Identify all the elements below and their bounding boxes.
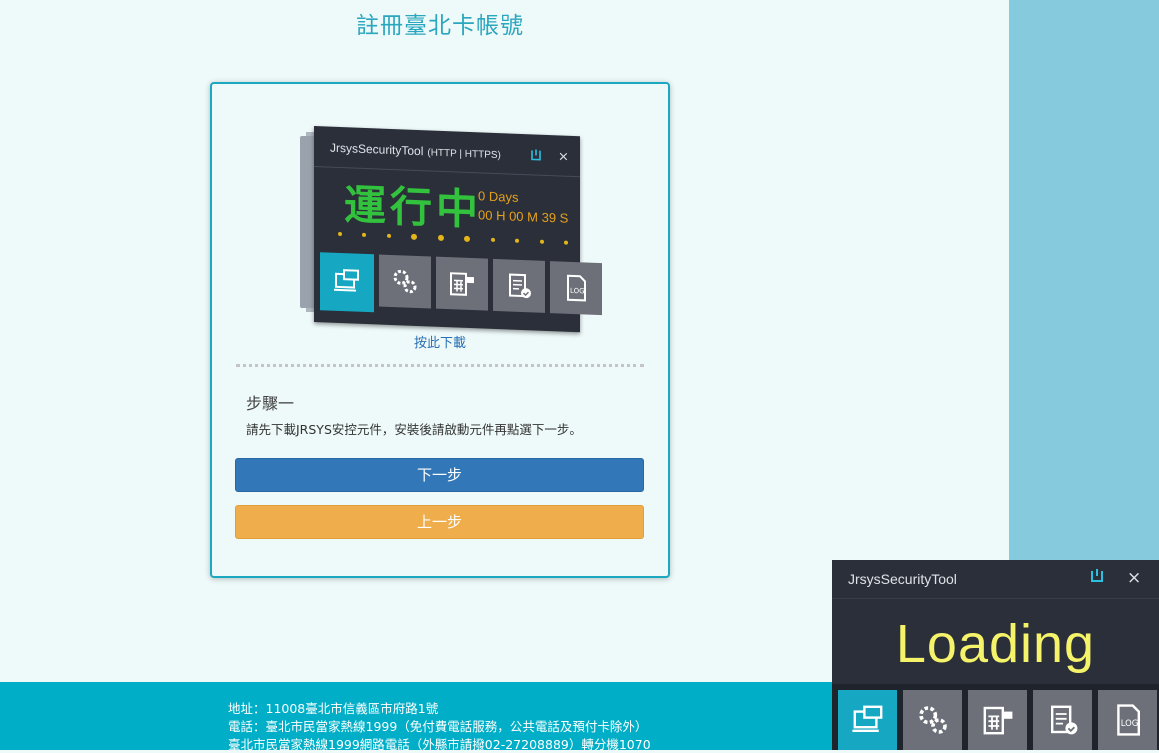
- page-title: 註冊臺北卡帳號: [356, 13, 524, 39]
- uptime-days: 0 Days: [478, 188, 519, 205]
- footer-address: 地址：11008臺北市信義區市府路1號: [228, 701, 439, 716]
- checklist-icon: [493, 258, 545, 313]
- illustration-panel: JrsysSecurityTool (HTTP | HTTPS) × 運行中 0 …: [314, 126, 602, 333]
- step-description: 請先下載JRSYS安控元件，安裝後請啟動元件再點選下一步。: [246, 422, 582, 437]
- running-status: 運行中: [344, 180, 483, 235]
- registration-card: JrsysSecurityTool (HTTP | HTTPS) × 運行中 0 …: [210, 82, 670, 578]
- gears-icon: [379, 254, 431, 309]
- monitor-chat-icon[interactable]: [838, 690, 897, 750]
- illustration-title: JrsysSecurityTool (HTTP | HTTPS): [330, 140, 501, 162]
- loading-status: Loading: [895, 614, 1096, 674]
- log-file-icon: LOG: [550, 261, 602, 316]
- divider: [832, 598, 1159, 599]
- step-title: 步驟一: [246, 394, 295, 413]
- calculator-card-icon: [436, 256, 488, 311]
- illustration-icon-row: LOG: [320, 252, 602, 321]
- previous-step-button[interactable]: 上一步: [235, 505, 644, 539]
- calculator-card-icon[interactable]: [968, 690, 1027, 750]
- gears-icon[interactable]: [903, 690, 962, 750]
- log-file-icon[interactable]: LOG: [1098, 690, 1157, 750]
- svg-text:LOG: LOG: [1120, 718, 1137, 728]
- pin-icon[interactable]: [1090, 569, 1104, 587]
- next-step-button[interactable]: 下一步: [235, 458, 644, 492]
- close-icon[interactable]: ×: [1127, 568, 1141, 588]
- security-tool-illustration: JrsysSecurityTool (HTTP | HTTPS) × 運行中 0 …: [300, 126, 602, 333]
- widget-title: JrsysSecurityTool: [848, 571, 957, 587]
- monitor-chat-icon: [320, 252, 374, 313]
- security-tool-widget: JrsysSecurityTool × Loading LOG: [832, 560, 1159, 750]
- close-icon: ×: [558, 149, 569, 165]
- dotted-divider: [236, 364, 644, 367]
- footer-web-phone: 臺北市民當家熱線1999網路電話（外縣市請撥02-27208889）轉分機107…: [228, 737, 651, 752]
- svg-text:LOG: LOG: [570, 287, 585, 296]
- uptime-time: 00 H 00 M 39 S: [478, 207, 569, 226]
- download-link[interactable]: 按此下載: [212, 332, 668, 351]
- pin-icon: [530, 149, 542, 164]
- checklist-icon[interactable]: [1033, 690, 1092, 750]
- footer-phone: 電話：臺北市民當家熱線1999（免付費電話服務，公共電話及預付卡除外）: [228, 719, 648, 734]
- widget-icon-bar: LOG: [832, 684, 1159, 750]
